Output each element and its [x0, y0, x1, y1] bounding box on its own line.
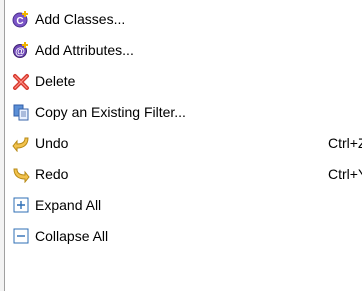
svg-text:@: @	[15, 47, 25, 58]
menu-item-shortcut: Ctrl+Y	[328, 166, 362, 182]
menu-item-label: Add Classes...	[35, 11, 126, 27]
add-attributes-icon: @	[12, 41, 30, 59]
menu-item-label: Redo	[35, 166, 69, 182]
copy-filter-icon	[12, 103, 30, 121]
undo-icon	[12, 134, 30, 153]
expand-all-icon	[12, 196, 30, 214]
svg-text:C: C	[16, 16, 23, 27]
menu-item-copy-existing-filter[interactable]: Copy an Existing Filter...	[5, 100, 362, 124]
menu-item-collapse-all[interactable]: Collapse All	[5, 224, 362, 248]
menu-item-label: Expand All	[35, 197, 102, 213]
menu-item-label: Delete	[35, 73, 76, 89]
menu-item-expand-all[interactable]: Expand All	[5, 193, 362, 217]
menu-item-label: Add Attributes...	[35, 42, 134, 58]
menu-item-redo[interactable]: Redo Ctrl+Y	[5, 162, 362, 186]
add-classes-icon: C	[12, 10, 30, 28]
menu-item-label: Collapse All	[35, 228, 109, 244]
menu-item-delete[interactable]: Delete	[5, 69, 362, 93]
menu-item-add-attributes[interactable]: @ Add Attributes...	[5, 38, 362, 62]
redo-icon	[12, 165, 30, 184]
delete-icon	[12, 72, 30, 90]
menu-item-add-classes[interactable]: C Add Classes...	[5, 7, 362, 31]
menu-item-label: Undo	[35, 135, 69, 151]
menu-item-label: Copy an Existing Filter...	[35, 104, 186, 120]
context-menu: C Add Classes... @ Add Attributes... Del…	[0, 0, 362, 291]
menu-item-shortcut: Ctrl+Z	[328, 135, 362, 151]
menu-item-undo[interactable]: Undo Ctrl+Z	[5, 131, 362, 155]
collapse-all-icon	[12, 227, 30, 245]
